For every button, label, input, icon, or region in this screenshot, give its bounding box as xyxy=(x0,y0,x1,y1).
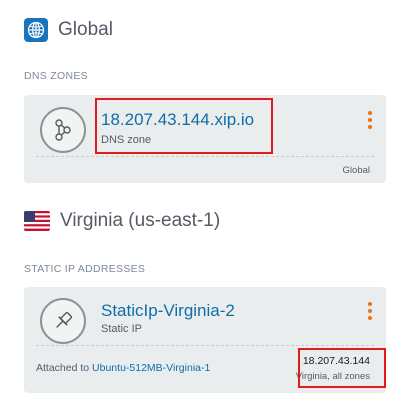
us-flag-icon xyxy=(24,211,50,231)
card-divider xyxy=(36,345,374,346)
region-label: Virginia (us-east-1) xyxy=(60,210,221,231)
static-ip-type-label: Static IP xyxy=(101,323,142,335)
pin-icon xyxy=(40,298,86,344)
highlight-box-ip xyxy=(298,348,386,388)
card-divider xyxy=(36,156,374,157)
static-ip-name-link[interactable]: StaticIp-Virginia-2 xyxy=(101,301,235,321)
dns-nodes-icon xyxy=(40,107,86,153)
dns-zone-location: Global xyxy=(342,165,370,176)
highlight-box-dns-name xyxy=(95,98,273,154)
dns-zones-section-title: DNS ZONES xyxy=(24,70,88,82)
kebab-menu-icon[interactable] xyxy=(368,302,372,320)
attached-instance-link[interactable]: Ubuntu-512MB-Virginia-1 xyxy=(92,362,210,374)
kebab-menu-icon[interactable] xyxy=(368,111,372,129)
region-label: Global xyxy=(58,19,113,40)
virginia-region-header: Virginia (us-east-1) xyxy=(24,210,220,232)
attached-instance-text: Attached to Ubuntu-512MB-Virginia-1 xyxy=(36,362,210,374)
globe-icon xyxy=(24,18,48,42)
global-region-header: Global xyxy=(24,18,113,42)
static-ip-section-title: STATIC IP ADDRESSES xyxy=(24,263,146,275)
attached-prefix: Attached to xyxy=(36,362,93,374)
